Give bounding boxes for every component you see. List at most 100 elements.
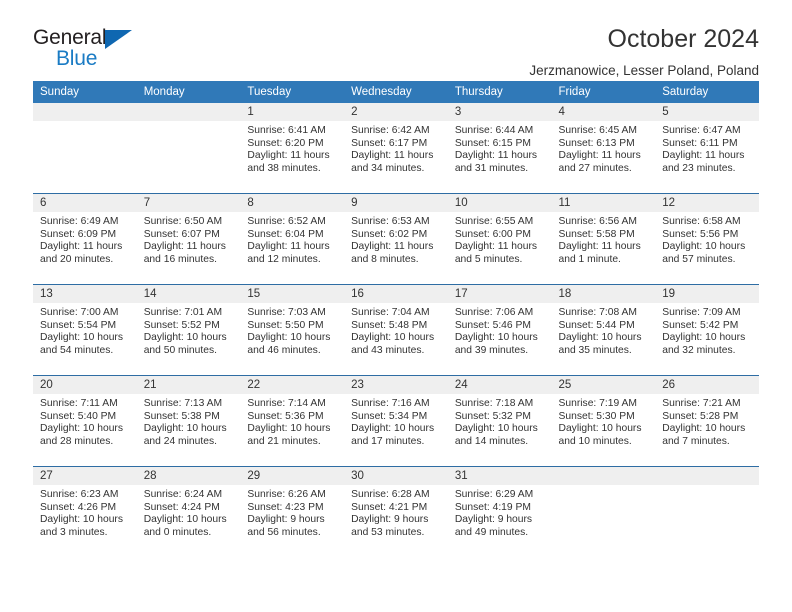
day-number: 18 bbox=[551, 285, 656, 303]
day-details: Sunrise: 7:00 AM Sunset: 5:54 PM Daylight:… bbox=[33, 303, 137, 357]
sunset-text: Sunset: 5:32 PM bbox=[454, 410, 531, 422]
calendar-day-cell[interactable]: 2 Sunrise: 6:42 AM Sunset: 6:17 PM Daylight… bbox=[344, 103, 448, 194]
day-number: 29 bbox=[240, 467, 345, 485]
day-number: 11 bbox=[551, 194, 656, 212]
daylight-text-line2: and 24 minutes. bbox=[143, 435, 217, 447]
calendar-day-cell[interactable]: 22 Sunrise: 7:14 AM Sunset: 5:36 PM Dayligh… bbox=[240, 375, 345, 467]
daylight-text-line2: and 57 minutes. bbox=[662, 253, 736, 265]
day-details: Sunrise: 7:14 AM Sunset: 5:36 PM Daylight:… bbox=[240, 394, 344, 448]
calendar-day-cell[interactable]: 28 Sunrise: 6:24 AM Sunset: 4:24 PM Dayligh… bbox=[136, 466, 241, 557]
day-number: 21 bbox=[136, 376, 241, 394]
day-number: 4 bbox=[551, 103, 656, 121]
day-details: Sunrise: 6:44 AM Sunset: 6:15 PM Daylight:… bbox=[448, 121, 552, 175]
calendar-day-cell[interactable]: 9 Sunrise: 6:53 AM Sunset: 6:02 PM Daylight… bbox=[344, 193, 448, 285]
day-number: 15 bbox=[240, 285, 345, 303]
day-number: 9 bbox=[344, 194, 448, 212]
calendar-day-cell[interactable]: 8 Sunrise: 6:52 AM Sunset: 6:04 PM Daylight… bbox=[240, 193, 345, 285]
day-details: Sunrise: 6:23 AM Sunset: 4:26 PM Daylight:… bbox=[33, 485, 137, 539]
calendar-day-cell[interactable]: 17 Sunrise: 7:06 AM Sunset: 5:46 PM Dayligh… bbox=[447, 284, 552, 376]
calendar-day-cell[interactable]: 20 Sunrise: 7:11 AM Sunset: 5:40 PM Dayligh… bbox=[33, 375, 137, 467]
sunrise-text: Sunrise: 6:49 AM bbox=[40, 216, 119, 227]
calendar-day-cell[interactable]: 25 Sunrise: 7:19 AM Sunset: 5:30 PM Dayligh… bbox=[551, 375, 656, 467]
day-details: Sunrise: 7:08 AM Sunset: 5:44 PM Daylight:… bbox=[552, 303, 656, 357]
daylight-text-line2: and 10 minutes. bbox=[558, 435, 632, 447]
calendar-day-cell[interactable]: 21 Sunrise: 7:13 AM Sunset: 5:38 PM Dayligh… bbox=[136, 375, 241, 467]
calendar-day-cell[interactable]: 31 Sunrise: 6:29 AM Sunset: 4:19 PM Dayligh… bbox=[447, 466, 552, 557]
calendar-day-cell[interactable]: 18 Sunrise: 7:08 AM Sunset: 5:44 PM Dayligh… bbox=[551, 284, 656, 376]
calendar-day-cell[interactable]: 19 Sunrise: 7:09 AM Sunset: 5:42 PM Dayligh… bbox=[655, 284, 759, 376]
weekday-header-sunday: Sunday bbox=[33, 81, 137, 103]
calendar-day-cell[interactable]: 3 Sunrise: 6:44 AM Sunset: 6:15 PM Daylight… bbox=[447, 103, 552, 194]
sunrise-text: Sunrise: 7:18 AM bbox=[454, 398, 534, 409]
sunset-text: Sunset: 5:46 PM bbox=[454, 319, 531, 331]
calendar-day-cell[interactable]: 11 Sunrise: 6:56 AM Sunset: 5:58 PM Dayligh… bbox=[551, 193, 656, 285]
weekday-header-row: Sunday Monday Tuesday Wednesday Thursday… bbox=[33, 81, 759, 103]
daylight-text-line1: Daylight: 11 hours bbox=[454, 241, 538, 253]
calendar-day-cell[interactable]: 12 Sunrise: 6:58 AM Sunset: 5:56 PM Dayligh… bbox=[655, 193, 759, 285]
daylight-text-line1: Daylight: 9 hours bbox=[454, 514, 533, 526]
calendar-day-cell[interactable]: 15 Sunrise: 7:03 AM Sunset: 5:50 PM Dayligh… bbox=[240, 284, 345, 376]
calendar-day-cell[interactable]: 4 Sunrise: 6:45 AM Sunset: 6:13 PM Daylight… bbox=[551, 103, 656, 194]
calendar-day-cell[interactable]: 5 Sunrise: 6:47 AM Sunset: 6:11 PM Daylight… bbox=[655, 103, 759, 194]
calendar-day-cell[interactable]: 27 Sunrise: 6:23 AM Sunset: 4:26 PM Dayligh… bbox=[33, 466, 137, 557]
daylight-text-line2: and 49 minutes. bbox=[454, 526, 529, 538]
daylight-text-line1: Daylight: 10 hours bbox=[247, 332, 331, 344]
calendar-day-cell[interactable]: 6 Sunrise: 6:49 AM Sunset: 6:09 PM Daylight… bbox=[33, 193, 137, 285]
sunset-text: Sunset: 6:09 PM bbox=[40, 228, 117, 240]
sunset-text: Sunset: 6:02 PM bbox=[351, 228, 428, 240]
day-number: 2 bbox=[344, 103, 448, 121]
generalblue-logo[interactable]: General Blue bbox=[33, 26, 153, 74]
day-number bbox=[136, 103, 241, 121]
weekday-header-thursday: Thursday bbox=[447, 81, 552, 103]
day-details: Sunrise: 6:52 AM Sunset: 6:04 PM Daylight:… bbox=[240, 212, 344, 266]
weekday-header-saturday: Saturday bbox=[655, 81, 759, 103]
calendar-day-cell[interactable]: 10 Sunrise: 6:55 AM Sunset: 6:00 PM Dayligh… bbox=[447, 193, 552, 285]
sunset-text: Sunset: 5:38 PM bbox=[143, 410, 220, 422]
sunset-text: Sunset: 5:36 PM bbox=[247, 410, 324, 422]
day-number: 13 bbox=[33, 285, 137, 303]
calendar-day-cell[interactable]: 7 Sunrise: 6:50 AM Sunset: 6:07 PM Daylight… bbox=[136, 193, 241, 285]
sunset-text: Sunset: 4:23 PM bbox=[247, 501, 324, 513]
day-details: Sunrise: 6:45 AM Sunset: 6:13 PM Daylight:… bbox=[552, 121, 656, 175]
day-number: 12 bbox=[655, 194, 759, 212]
calendar-day-cell[interactable]: 30 Sunrise: 6:28 AM Sunset: 4:21 PM Dayligh… bbox=[344, 466, 448, 557]
day-details: Sunrise: 6:55 AM Sunset: 6:00 PM Daylight:… bbox=[448, 212, 552, 266]
logo-text-general: General bbox=[33, 26, 107, 49]
calendar-day-cell[interactable]: 29 Sunrise: 6:26 AM Sunset: 4:23 PM Dayligh… bbox=[240, 466, 345, 557]
calendar-day-cell[interactable]: 16 Sunrise: 7:04 AM Sunset: 5:48 PM Dayligh… bbox=[344, 284, 448, 376]
calendar-day-cell[interactable]: 13 Sunrise: 7:00 AM Sunset: 5:54 PM Dayligh… bbox=[33, 284, 137, 376]
daylight-text-line2: and 28 minutes. bbox=[40, 435, 114, 447]
sunrise-text: Sunrise: 7:08 AM bbox=[558, 307, 637, 318]
daylight-text-line1: Daylight: 10 hours bbox=[143, 514, 227, 526]
day-details: Sunrise: 7:03 AM Sunset: 5:50 PM Daylight:… bbox=[240, 303, 344, 357]
day-number: 8 bbox=[240, 194, 345, 212]
sunrise-text: Sunrise: 6:24 AM bbox=[143, 489, 223, 500]
calendar-day-cell-empty bbox=[551, 466, 656, 557]
sunrise-text: Sunrise: 6:45 AM bbox=[558, 125, 637, 136]
title-block: October 2024 Jerzmanowice, Lesser Poland… bbox=[529, 25, 759, 78]
calendar-day-cell[interactable]: 24 Sunrise: 7:18 AM Sunset: 5:32 PM Dayligh… bbox=[447, 375, 552, 467]
sunset-text: Sunset: 6:20 PM bbox=[247, 137, 324, 149]
day-details: Sunrise: 6:24 AM Sunset: 4:24 PM Daylight:… bbox=[137, 485, 241, 539]
sunset-text: Sunset: 5:44 PM bbox=[558, 319, 635, 331]
daylight-text-line1: Daylight: 11 hours bbox=[351, 241, 434, 253]
day-details: Sunrise: 7:04 AM Sunset: 5:48 PM Daylight:… bbox=[344, 303, 448, 357]
calendar-day-cell[interactable]: 23 Sunrise: 7:16 AM Sunset: 5:34 PM Dayligh… bbox=[344, 375, 448, 467]
calendar-day-cell[interactable]: 26 Sunrise: 7:21 AM Sunset: 5:28 PM Dayligh… bbox=[655, 375, 759, 467]
logo-text-blue: Blue bbox=[56, 47, 98, 70]
daylight-text-line2: and 21 minutes. bbox=[247, 435, 321, 447]
daylight-text-line2: and 35 minutes. bbox=[558, 344, 632, 356]
sunrise-text: Sunrise: 7:06 AM bbox=[454, 307, 534, 318]
daylight-text-line1: Daylight: 11 hours bbox=[662, 150, 745, 162]
daylight-text-line2: and 23 minutes. bbox=[662, 162, 736, 174]
calendar-day-cell[interactable]: 14 Sunrise: 7:01 AM Sunset: 5:52 PM Dayligh… bbox=[136, 284, 241, 376]
day-details: Sunrise: 6:41 AM Sunset: 6:20 PM Daylight:… bbox=[240, 121, 344, 175]
calendar-day-cell-empty bbox=[136, 103, 241, 194]
weekday-header-monday: Monday bbox=[136, 81, 241, 103]
calendar-day-cell[interactable]: 1 Sunrise: 6:41 AM Sunset: 6:20 PM Daylight… bbox=[240, 103, 345, 194]
sunset-text: Sunset: 5:28 PM bbox=[662, 410, 739, 422]
calendar-day-cell-empty bbox=[33, 103, 137, 194]
sunset-text: Sunset: 4:21 PM bbox=[351, 501, 428, 513]
day-number: 19 bbox=[655, 285, 759, 303]
day-details: Sunrise: 6:47 AM Sunset: 6:11 PM Daylight:… bbox=[655, 121, 759, 175]
